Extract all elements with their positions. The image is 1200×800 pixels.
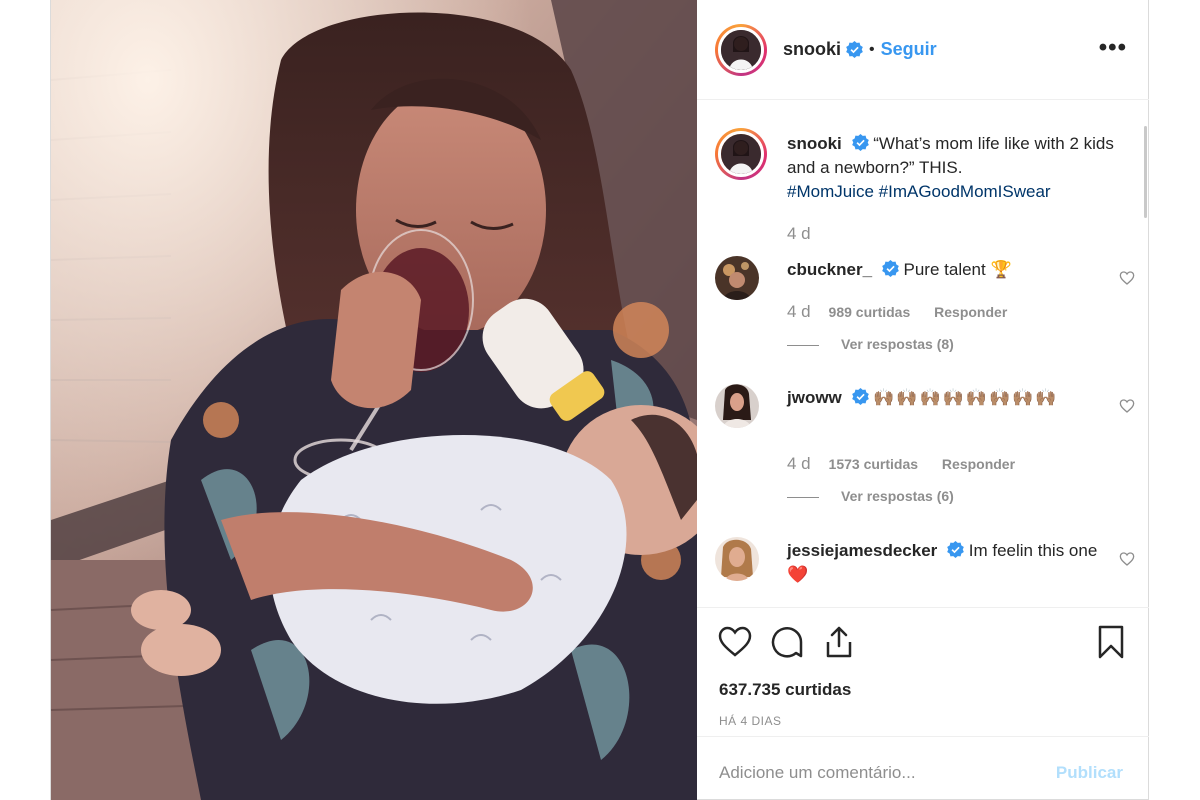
comment-meta: 4 d 989 curtidas Responder [787, 302, 1007, 322]
author-username[interactable]: snooki [783, 39, 841, 60]
comment-text: Pure talent 🏆 [903, 260, 1012, 279]
like-comment-heart-icon[interactable] [1119, 270, 1135, 286]
caption-body: snooki “What’s mom life like with 2 kids… [787, 132, 1117, 204]
like-comment-heart-icon[interactable] [1119, 398, 1135, 414]
like-heart-icon[interactable] [717, 624, 753, 660]
post-side-panel: snooki • Seguir ••• snooki “What’s mom l… [697, 0, 1149, 800]
add-comment-bar: Adicione um comentário... Publicar [697, 736, 1149, 800]
reply-button[interactable]: Responder [934, 304, 1007, 320]
comment-meta: 4 d 1573 curtidas Responder [787, 454, 1015, 474]
comment-avatar[interactable] [715, 256, 759, 300]
view-replies[interactable]: Ver respostas (8) [787, 336, 954, 352]
comment-body: jwoww 🙌🏽🙌🏽🙌🏽🙌🏽🙌🏽🙌🏽🙌🏽🙌🏽 [787, 386, 1117, 410]
caption-time[interactable]: 4 d [787, 224, 811, 243]
header-separator: • [869, 40, 875, 58]
comment-username[interactable]: jwoww [787, 388, 842, 407]
comments-section[interactable]: snooki “What’s mom life like with 2 kids… [697, 100, 1149, 608]
caption-username[interactable]: snooki [787, 134, 842, 153]
caption-meta: 4 d [787, 224, 825, 244]
verified-badge-icon [851, 134, 869, 151]
instagram-post: snooki • Seguir ••• snooki “What’s mom l… [50, 0, 1149, 800]
replies-line [787, 344, 819, 346]
comment-bubble-icon[interactable] [769, 624, 805, 660]
replies-line [787, 496, 819, 498]
publish-button[interactable]: Publicar [1056, 763, 1123, 783]
author-avatar-ring[interactable] [715, 23, 767, 76]
comment-text: 🙌🏽🙌🏽🙌🏽🙌🏽🙌🏽🙌🏽🙌🏽🙌🏽 [873, 388, 1059, 407]
avatar-image [715, 256, 759, 300]
avatar-image [721, 29, 761, 70]
verified-badge-icon [881, 260, 899, 277]
caption-avatar[interactable] [715, 128, 767, 180]
caption-hashtags[interactable]: #MomJuice #ImAGoodMomISwear [787, 182, 1051, 201]
follow-button[interactable]: Seguir [881, 39, 937, 60]
reply-button[interactable]: Responder [942, 456, 1015, 472]
comment-time[interactable]: 4 d [787, 454, 811, 473]
post-header: snooki • Seguir ••• [697, 0, 1149, 100]
comment-body: jessiejamesdecker Im feelin this one ❤️ [787, 539, 1117, 587]
comment-username[interactable]: cbuckner_ [787, 260, 872, 279]
comment-avatar[interactable] [715, 384, 759, 428]
post-likes-count[interactable]: 637.735 curtidas [719, 680, 851, 700]
comment-body: cbuckner_ Pure talent 🏆 [787, 258, 1117, 282]
avatar-image [715, 384, 759, 428]
view-replies-label[interactable]: Ver respostas (8) [841, 336, 954, 352]
post-actions: 637.735 curtidas HÁ 4 DIAS [697, 608, 1149, 728]
like-comment-heart-icon[interactable] [1119, 551, 1135, 567]
comment-likes[interactable]: 1573 curtidas [829, 456, 919, 472]
author-avatar[interactable] [718, 26, 764, 73]
comment-likes[interactable]: 989 curtidas [829, 304, 911, 320]
comments-scrollbar[interactable] [1144, 126, 1147, 218]
comment-input[interactable]: Adicione um comentário... [719, 763, 916, 783]
comment-username[interactable]: jessiejamesdecker [787, 541, 937, 560]
avatar-image [718, 131, 764, 177]
view-replies[interactable]: Ver respostas (6) [787, 488, 954, 504]
more-options-icon[interactable]: ••• [1099, 36, 1127, 60]
post-photo[interactable] [51, 0, 697, 800]
avatar-image [715, 537, 759, 581]
post-date[interactable]: HÁ 4 DIAS [719, 714, 782, 728]
comment-time[interactable]: 4 d [787, 302, 811, 321]
share-icon[interactable] [821, 624, 857, 660]
view-replies-label[interactable]: Ver respostas (6) [841, 488, 954, 504]
verified-badge-icon [851, 388, 869, 405]
comment-avatar[interactable] [715, 537, 759, 581]
verified-badge-icon [947, 541, 964, 558]
save-bookmark-icon[interactable] [1093, 624, 1129, 660]
post-photo-illustration [51, 0, 697, 800]
verified-badge-icon [846, 41, 863, 58]
